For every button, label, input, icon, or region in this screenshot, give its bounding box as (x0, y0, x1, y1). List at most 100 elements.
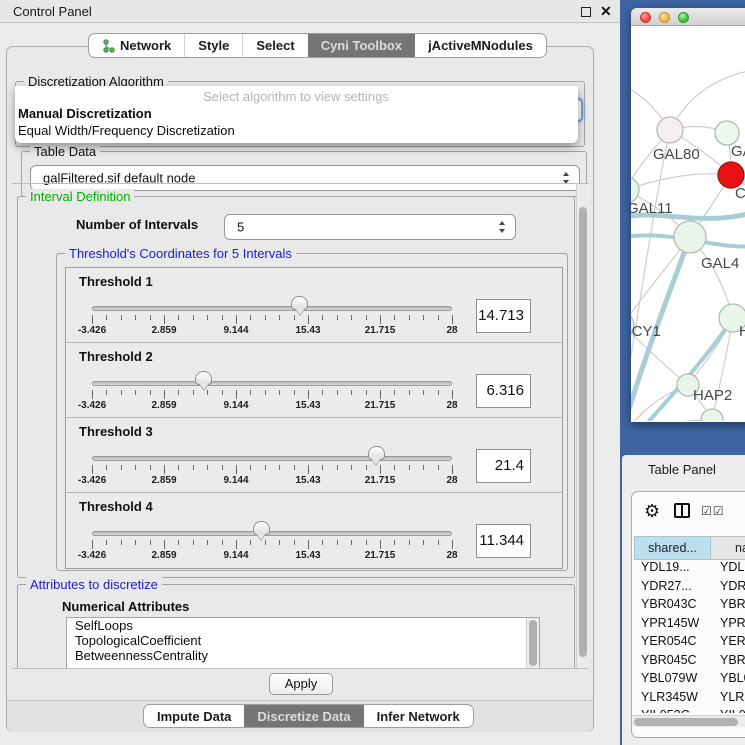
tab-jactivemnodules[interactable]: jActiveMNodules (415, 34, 546, 57)
tick-mark (236, 540, 237, 549)
column-header-shared-name[interactable]: shared... (634, 536, 711, 560)
tick-label: 21.715 (365, 475, 396, 486)
attribute-list-item[interactable]: SelfLoops (67, 618, 539, 633)
cell-name[interactable]: YPR1 (711, 616, 745, 635)
cell-shared-name[interactable]: YLR345W (634, 690, 711, 709)
table-row[interactable]: YER054CYER0 (634, 634, 745, 653)
slider-thumb[interactable] (368, 446, 385, 460)
split-columns-icon[interactable] (674, 503, 690, 518)
tick-label: -3.426 (78, 550, 106, 561)
slider-track[interactable] (92, 306, 452, 311)
network-node-ga[interactable] (715, 121, 739, 145)
tab-impute-data[interactable]: Impute Data (144, 705, 244, 727)
column-header-name[interactable]: na (711, 536, 745, 560)
dropdown-option-equal-width[interactable]: Equal Width/Frequency Discretization (15, 122, 578, 139)
close-icon[interactable]: ✕ (600, 3, 612, 20)
attributes-list-scrollbar[interactable] (526, 618, 539, 668)
cell-name[interactable]: YER0 (711, 634, 745, 653)
tick-mark (294, 465, 295, 470)
cell-name[interactable]: YBR0 (711, 597, 745, 616)
tick-mark (106, 540, 107, 545)
tick-mark (250, 540, 251, 545)
scrollbar-thumb[interactable] (579, 207, 587, 657)
tab-label: Cyni Toolbox (321, 34, 402, 57)
cell-shared-name[interactable]: YDR27... (634, 579, 711, 598)
cell-name[interactable]: YBL0 (711, 671, 745, 690)
scrollbar-thumb[interactable] (634, 718, 738, 726)
table-row[interactable]: YIL052CYIL0 (634, 708, 745, 713)
tab-style[interactable]: Style (184, 34, 242, 57)
combo-arrows-icon (499, 221, 506, 233)
network-canvas[interactable]: GAL80GACGAL11GAL4GCY1HHAP2 (631, 26, 745, 421)
numerical-attributes-list[interactable]: SelfLoopsTopologicalCoefficientBetweenne… (66, 617, 540, 669)
tab-infer-network[interactable]: Infer Network (364, 705, 473, 727)
cell-name[interactable]: YLR3 (711, 690, 745, 709)
slider-tick-labels: -3.4262.8599.14415.4321.71528 (92, 475, 452, 487)
tick-label: 28 (446, 325, 457, 336)
slider-track[interactable] (92, 456, 452, 461)
table-row[interactable]: YDL19...YDL1 (634, 560, 745, 579)
threshold-value-field[interactable]: 11.344 (476, 524, 531, 558)
cell-shared-name[interactable]: YPR145W (634, 616, 711, 635)
number-of-intervals-combobox[interactable]: 5 (224, 214, 516, 240)
screen: Control Panel ✕ Discretization Algorithm… (0, 0, 745, 745)
tab-cyni-toolbox[interactable]: Cyni Toolbox (308, 34, 415, 57)
slider-thumb[interactable] (195, 371, 212, 385)
cell-name[interactable]: YBR0 (711, 653, 745, 672)
node-label: H (739, 323, 745, 340)
tick-mark (366, 465, 367, 470)
attribute-list-item[interactable]: BetweennessCentrality (67, 648, 539, 663)
slider-thumb[interactable] (253, 521, 270, 535)
cell-shared-name[interactable]: YBR043C (634, 597, 711, 616)
threshold-value-field[interactable]: 21.4 (476, 449, 531, 483)
slider-thumb[interactable] (291, 296, 308, 310)
table-row[interactable]: YPR145WYPR1 (634, 616, 745, 635)
apply-button[interactable]: Apply (269, 673, 333, 695)
table-row[interactable]: YBR043CYBR0 (634, 597, 745, 616)
scrollbar-thumb[interactable] (529, 620, 537, 666)
tick-mark (106, 315, 107, 320)
tick-mark (279, 315, 280, 320)
minimize-traffic-light-icon[interactable] (659, 12, 670, 23)
attribute-list-item[interactable]: TopologicalCoefficient (67, 633, 539, 648)
cell-shared-name[interactable]: YBR045C (634, 653, 711, 672)
network-node[interactable] (701, 409, 723, 421)
settings-vertical-scrollbar[interactable] (576, 184, 589, 668)
settings-scroll-area: Interval Definition Number of Intervals … (11, 183, 589, 669)
cell-name[interactable]: YDR2 (711, 579, 745, 598)
gear-icon[interactable]: ⚙ (644, 501, 660, 522)
tab-label: Impute Data (157, 705, 231, 728)
network-node-gal4[interactable] (674, 221, 706, 253)
table-row[interactable]: YBL079WYBL0 (634, 671, 745, 690)
cell-shared-name[interactable]: YIL052C (634, 708, 711, 713)
threshold-value-field[interactable]: 6.316 (476, 374, 531, 408)
close-traffic-light-icon[interactable] (640, 12, 651, 23)
threshold-value-field[interactable]: 14.713 (476, 299, 531, 333)
tick-mark (222, 540, 223, 545)
cell-name[interactable]: YDL1 (711, 560, 745, 579)
slider-track[interactable] (92, 381, 452, 386)
tab-discretize-data[interactable]: Discretize Data (244, 705, 363, 727)
zoom-traffic-light-icon[interactable] (678, 12, 689, 23)
cell-shared-name[interactable]: YER054C (634, 634, 711, 653)
table-horizontal-scrollbar[interactable] (632, 715, 745, 727)
tick-mark (164, 315, 165, 324)
cell-shared-name[interactable]: YDL19... (634, 560, 711, 579)
select-columns-checkboxes-icon[interactable]: ☑☑ (701, 504, 725, 518)
table-row[interactable]: YDR27...YDR2 (634, 579, 745, 598)
slider-track[interactable] (92, 531, 452, 536)
node-label: C (735, 185, 745, 202)
dropdown-option-manual[interactable]: Manual Discretization (15, 105, 578, 122)
tick-mark (178, 540, 179, 545)
float-window-icon[interactable] (581, 7, 591, 17)
cell-name[interactable]: YIL0 (711, 708, 745, 713)
table-row[interactable]: YLR345WYLR3 (634, 690, 745, 709)
table-row[interactable]: YBR045CYBR0 (634, 653, 745, 672)
network-node-gal80[interactable] (657, 117, 683, 143)
cell-shared-name[interactable]: YBL079W (634, 671, 711, 690)
tab-network[interactable]: Network (89, 34, 184, 57)
node-label: GA (731, 143, 745, 160)
tick-mark (294, 540, 295, 545)
tab-select[interactable]: Select (242, 34, 307, 57)
dropdown-placeholder-option[interactable]: Select algorithm to view settings (15, 88, 578, 105)
